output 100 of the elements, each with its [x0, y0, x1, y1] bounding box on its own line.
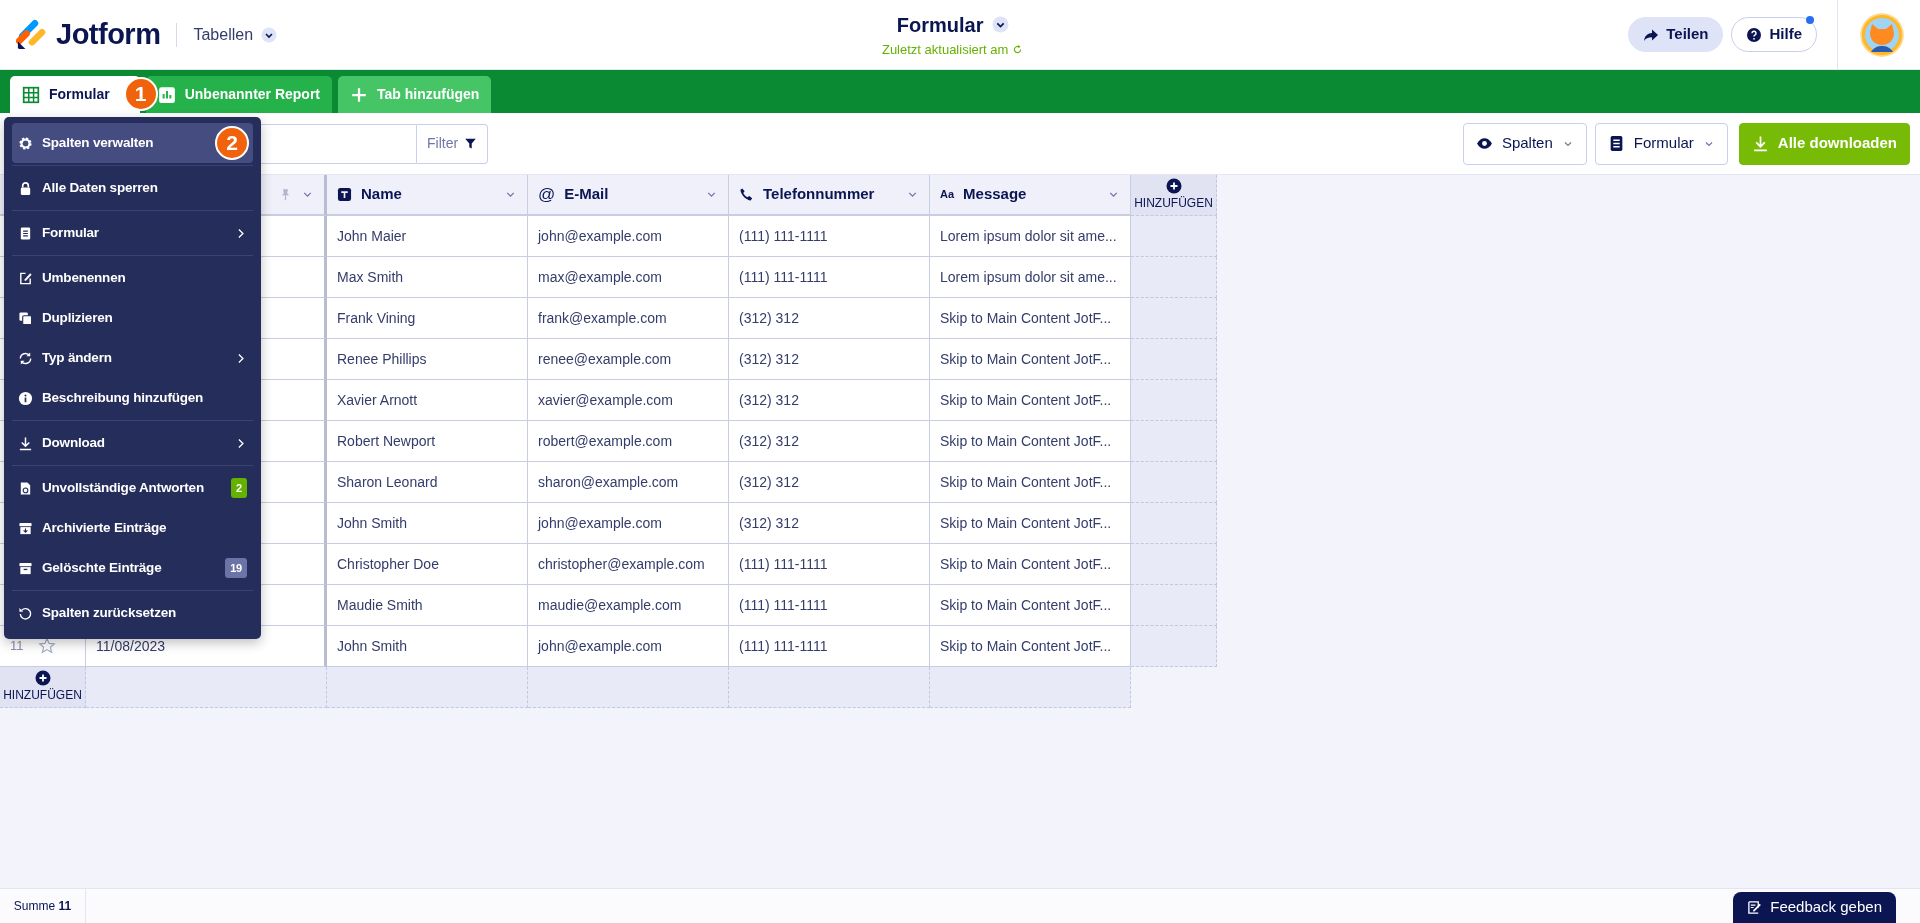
table-cell: Max Smith [327, 257, 528, 298]
table-cell: sharon@example.com [528, 462, 729, 503]
plus-icon [350, 85, 369, 104]
feedback-button[interactable]: Feedback geben [1733, 892, 1896, 923]
menu-item[interactable]: Alle Daten sperren [12, 168, 253, 208]
column-header[interactable]: Message [963, 183, 1098, 206]
cycle-arrows-icon [18, 350, 33, 366]
add-column-button[interactable]: HINZUFÜGEN [1131, 175, 1217, 216]
bar-chart-icon [157, 85, 176, 104]
columns-button[interactable]: Spalten [1462, 122, 1587, 165]
table-cell: renee@example.com [528, 339, 729, 380]
gear-icon [18, 135, 33, 151]
form-button[interactable]: Formular [1594, 122, 1728, 165]
table-cell: Skip to Main Content JotF... [930, 298, 1131, 339]
table-cell: Robert Newport [327, 421, 528, 462]
table-cell: John Smith [327, 626, 528, 667]
filter-icon [464, 137, 478, 150]
menu-item[interactable]: Typ ändern [12, 338, 253, 378]
menu-item[interactable]: Spalten verwalten 2 [12, 123, 253, 163]
step-number-badge: 2 [215, 126, 249, 160]
table-cell: (111) 111-1111 [729, 216, 930, 257]
count-badge: 2 [231, 477, 247, 499]
table-cell: (312) 312 [729, 380, 930, 421]
table-cell: John Smith [327, 503, 528, 544]
table-cell: Lorem ipsum dolor sit ame... [930, 216, 1131, 257]
caret-icon [261, 26, 278, 43]
table-cell: John Maier [327, 216, 528, 257]
lock-icon [18, 180, 33, 196]
menu-item[interactable]: Umbenennen [12, 258, 253, 298]
table-cell: frank@example.com [528, 298, 729, 339]
table-cell: john@example.com [528, 216, 729, 257]
add-row-button[interactable]: HINZUFÜGEN [0, 667, 86, 708]
table-cell: (111) 111-1111 [729, 257, 930, 298]
edit-icon [18, 270, 33, 286]
table-cell: (111) 111-1111 [729, 544, 930, 585]
table-cell: Renee Phillips [327, 339, 528, 380]
workspace-dropdown[interactable]: Tabellen [176, 22, 278, 47]
table-cell: (312) 312 [729, 462, 930, 503]
table-cell: Maudie Smith [327, 585, 528, 626]
help-button[interactable]: Hilfe [1731, 17, 1817, 52]
menu-item[interactable]: Download [12, 423, 253, 463]
table-icon [22, 85, 40, 104]
table-cell: robert@example.com [528, 421, 729, 462]
table-cell: Skip to Main Content JotF... [930, 421, 1131, 462]
table-cell: maudie@example.com [528, 585, 729, 626]
reset-icon [18, 605, 33, 621]
menu-item[interactable]: Archivierte Einträge [12, 508, 253, 548]
logo-icon [16, 18, 48, 51]
row-number: 11 [10, 637, 24, 656]
form-title-dropdown[interactable]: Formular [896, 9, 1009, 40]
archive-box-icon [18, 560, 33, 576]
table-cell: Skip to Main Content JotF... [930, 626, 1131, 667]
avatar[interactable] [1860, 12, 1904, 57]
table-cell: Xavier Arnott [327, 380, 528, 421]
table-cell: Skip to Main Content JotF... [930, 462, 1131, 503]
menu-item[interactable]: Gelöschte Einträge 19 [12, 548, 253, 588]
plus-icon [34, 670, 51, 686]
table-cell: (312) 312 [729, 503, 930, 544]
table-cell: (312) 312 [729, 339, 930, 380]
info-icon [18, 390, 33, 406]
table-cell: Skip to Main Content JotF... [930, 544, 1131, 585]
archive-box-icon [18, 520, 33, 536]
refresh-icon [1012, 44, 1024, 55]
clock-document-icon [18, 480, 33, 496]
table-cell: john@example.com [528, 503, 729, 544]
copy-icon [18, 310, 33, 326]
table-cell: max@example.com [528, 257, 729, 298]
eye-icon [1475, 135, 1493, 152]
download-icon [18, 435, 33, 451]
caret-icon [991, 16, 1009, 34]
table-cell: (111) 111-1111 [729, 626, 930, 667]
sum-text: Summe 11 [13, 898, 72, 915]
download-icon [1751, 135, 1769, 152]
table-cell: Skip to Main Content JotF... [930, 585, 1131, 626]
document-icon [18, 225, 33, 241]
field-type-icon: @ [538, 181, 556, 208]
share-button[interactable]: Teilen [1628, 17, 1724, 52]
table-cell: Skip to Main Content JotF... [930, 503, 1131, 544]
menu-item[interactable]: Unvollständige Antworten 2 [12, 468, 253, 508]
menu-item[interactable]: Beschreibung hinzufügen [12, 378, 253, 418]
help-icon [1746, 26, 1763, 43]
last-updated-text: Zuletzt aktualisiert am [881, 40, 1009, 59]
menu-item[interactable]: Duplizieren [12, 298, 253, 338]
table-cell: Christopher Doe [327, 544, 528, 585]
table-cell: (312) 312 [729, 421, 930, 462]
filter-button[interactable]: Filter [417, 123, 489, 164]
phone-icon [739, 187, 754, 202]
table-cell: Frank Vining [327, 298, 528, 339]
table-cell: john@example.com [528, 626, 729, 667]
count-badge: 19 [225, 557, 247, 579]
table-cell: xavier@example.com [528, 380, 729, 421]
text-field-icon [337, 187, 352, 202]
field-type-icon: Aa [940, 186, 955, 203]
feedback-icon [1747, 900, 1763, 915]
star-icon[interactable] [37, 637, 56, 655]
column-header[interactable]: E-Mail [564, 183, 696, 206]
table-cell: Sharon Leonard [327, 462, 528, 503]
table-cell: Lorem ipsum dolor sit ame... [930, 257, 1131, 298]
menu-item[interactable]: Formular [12, 213, 253, 253]
table-cell: (111) 111-1111 [729, 585, 930, 626]
